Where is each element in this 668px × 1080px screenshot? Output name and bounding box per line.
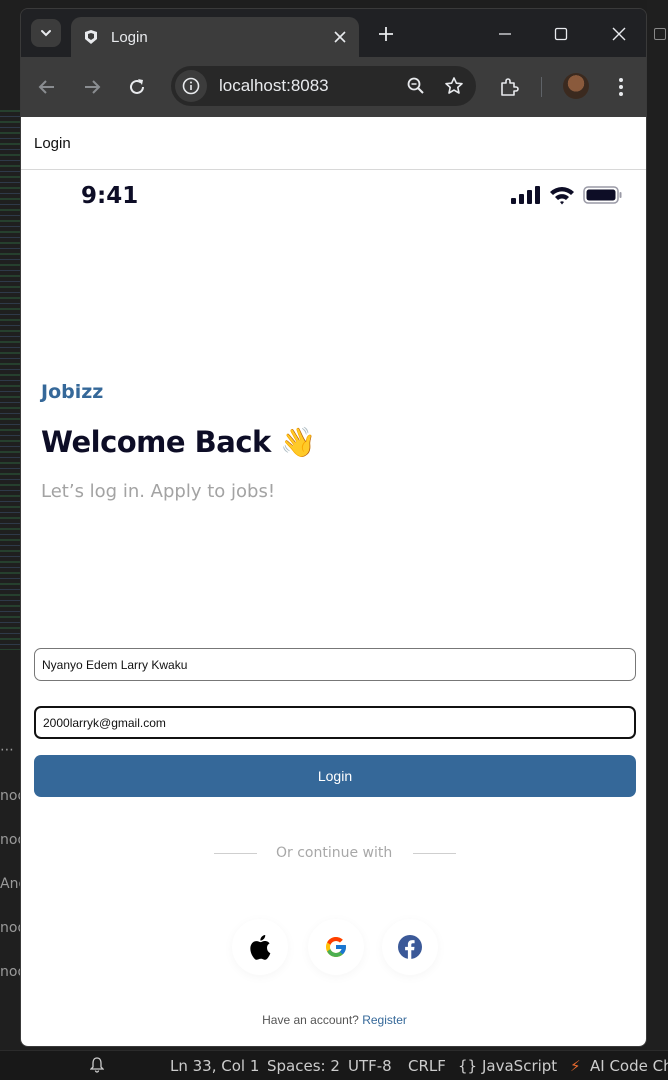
reload-icon bbox=[130, 79, 144, 94]
editor-sidebar-item: nod bbox=[0, 788, 20, 804]
url-text: localhost:8083 bbox=[219, 76, 329, 95]
plus-icon bbox=[379, 27, 393, 41]
star-icon bbox=[445, 77, 463, 94]
arrow-right-icon bbox=[85, 80, 101, 94]
battery-icon bbox=[583, 186, 622, 204]
extensions-button[interactable] bbox=[493, 71, 525, 103]
ai-code-chat[interactable]: AI Code Cha bbox=[590, 1057, 668, 1075]
google-icon bbox=[326, 937, 346, 957]
editor-sidebar-item: nod bbox=[0, 920, 20, 936]
register-link[interactable]: Register bbox=[362, 1013, 407, 1027]
line-ending[interactable]: CRLF bbox=[408, 1057, 446, 1075]
editor-sidebar-item: nod bbox=[0, 832, 20, 848]
web-page: Login 9:41 Jobizz Welcome Back 👋 Let’s l… bbox=[21, 117, 646, 1046]
maximize-button[interactable] bbox=[541, 19, 581, 49]
tab-strip: Login bbox=[21, 9, 646, 57]
maximize-icon bbox=[554, 27, 568, 41]
editor-sidebar-item: And bbox=[0, 876, 20, 892]
notification-bell-icon[interactable] bbox=[89, 1057, 105, 1077]
editor-sidebar-item: nod bbox=[0, 964, 20, 980]
app-header: Login bbox=[21, 117, 646, 170]
close-window-button[interactable] bbox=[599, 19, 639, 49]
chevron-down-icon bbox=[41, 30, 51, 37]
forward-button[interactable] bbox=[76, 71, 108, 103]
bolt-icon: ⚡ bbox=[570, 1057, 581, 1075]
tab-title: Login bbox=[111, 28, 148, 46]
cursor-position[interactable]: Ln 33, Col 1 bbox=[170, 1057, 259, 1075]
welcome-subtitle: Let’s log in. Apply to jobs! bbox=[41, 481, 276, 502]
register-prompt-text: Have an account? bbox=[262, 1013, 359, 1027]
name-field[interactable] bbox=[34, 648, 636, 681]
profile-avatar[interactable] bbox=[563, 73, 589, 99]
more-vertical-icon bbox=[619, 78, 623, 96]
bookmark-button[interactable] bbox=[438, 70, 470, 102]
new-tab-button[interactable] bbox=[371, 19, 401, 49]
email-field[interactable] bbox=[34, 706, 636, 739]
or-continue-text: Or continue with bbox=[276, 845, 393, 861]
puzzle-icon bbox=[501, 78, 519, 96]
site-info-button[interactable] bbox=[175, 70, 207, 102]
language-mode[interactable]: JavaScript bbox=[482, 1057, 557, 1075]
back-button[interactable] bbox=[31, 71, 63, 103]
apple-icon bbox=[250, 935, 271, 960]
window-icon bbox=[654, 28, 666, 40]
address-bar[interactable]: localhost:8083 bbox=[171, 66, 476, 106]
divider-left bbox=[214, 853, 257, 854]
register-prompt: Have an account? Register bbox=[21, 1013, 646, 1027]
minimize-button[interactable] bbox=[485, 19, 525, 49]
browser-window: Login localhost:8083 Login 9:41 Jobizz W… bbox=[20, 8, 647, 1047]
minimize-icon bbox=[499, 33, 511, 35]
browser-toolbar: localhost:8083 bbox=[21, 57, 646, 117]
brand-logo-text: Jobizz bbox=[41, 381, 104, 403]
braces-icon: {} bbox=[458, 1057, 478, 1075]
toolbar-separator bbox=[541, 77, 542, 97]
google-login-button[interactable] bbox=[308, 919, 364, 975]
close-icon bbox=[334, 31, 346, 43]
arrow-left-icon bbox=[38, 80, 54, 94]
header-title: Login bbox=[34, 134, 71, 152]
info-icon bbox=[182, 77, 200, 95]
tab-close-button[interactable] bbox=[325, 22, 355, 52]
editor-minimap bbox=[0, 110, 20, 650]
editor-background-right bbox=[647, 0, 668, 1080]
editor-sidebar-ellipsis: ⋯ bbox=[0, 742, 14, 758]
apple-login-button[interactable] bbox=[232, 919, 288, 975]
wifi-icon bbox=[550, 187, 574, 205]
zoom-button[interactable] bbox=[400, 70, 432, 102]
tab-login[interactable]: Login bbox=[71, 17, 359, 57]
editor-status-bar: Ln 33, Col 1 Spaces: 2 UTF-8 CRLF {} Jav… bbox=[0, 1050, 668, 1080]
cellular-signal-icon bbox=[511, 186, 540, 204]
tab-search-button[interactable] bbox=[31, 19, 61, 47]
status-bar-time: 9:41 bbox=[81, 183, 139, 209]
reload-button[interactable] bbox=[121, 71, 153, 103]
close-icon bbox=[612, 27, 626, 41]
expo-favicon-icon bbox=[85, 30, 97, 44]
indentation[interactable]: Spaces: 2 bbox=[267, 1057, 340, 1075]
login-button[interactable]: Login bbox=[34, 755, 636, 797]
divider-right bbox=[413, 853, 456, 854]
facebook-login-button[interactable] bbox=[382, 919, 438, 975]
zoom-icon bbox=[407, 77, 424, 94]
status-bar-icons bbox=[511, 185, 623, 205]
welcome-heading: Welcome Back 👋 bbox=[41, 425, 317, 459]
encoding[interactable]: UTF-8 bbox=[348, 1057, 392, 1075]
menu-button[interactable] bbox=[605, 71, 637, 103]
facebook-icon bbox=[398, 935, 422, 959]
